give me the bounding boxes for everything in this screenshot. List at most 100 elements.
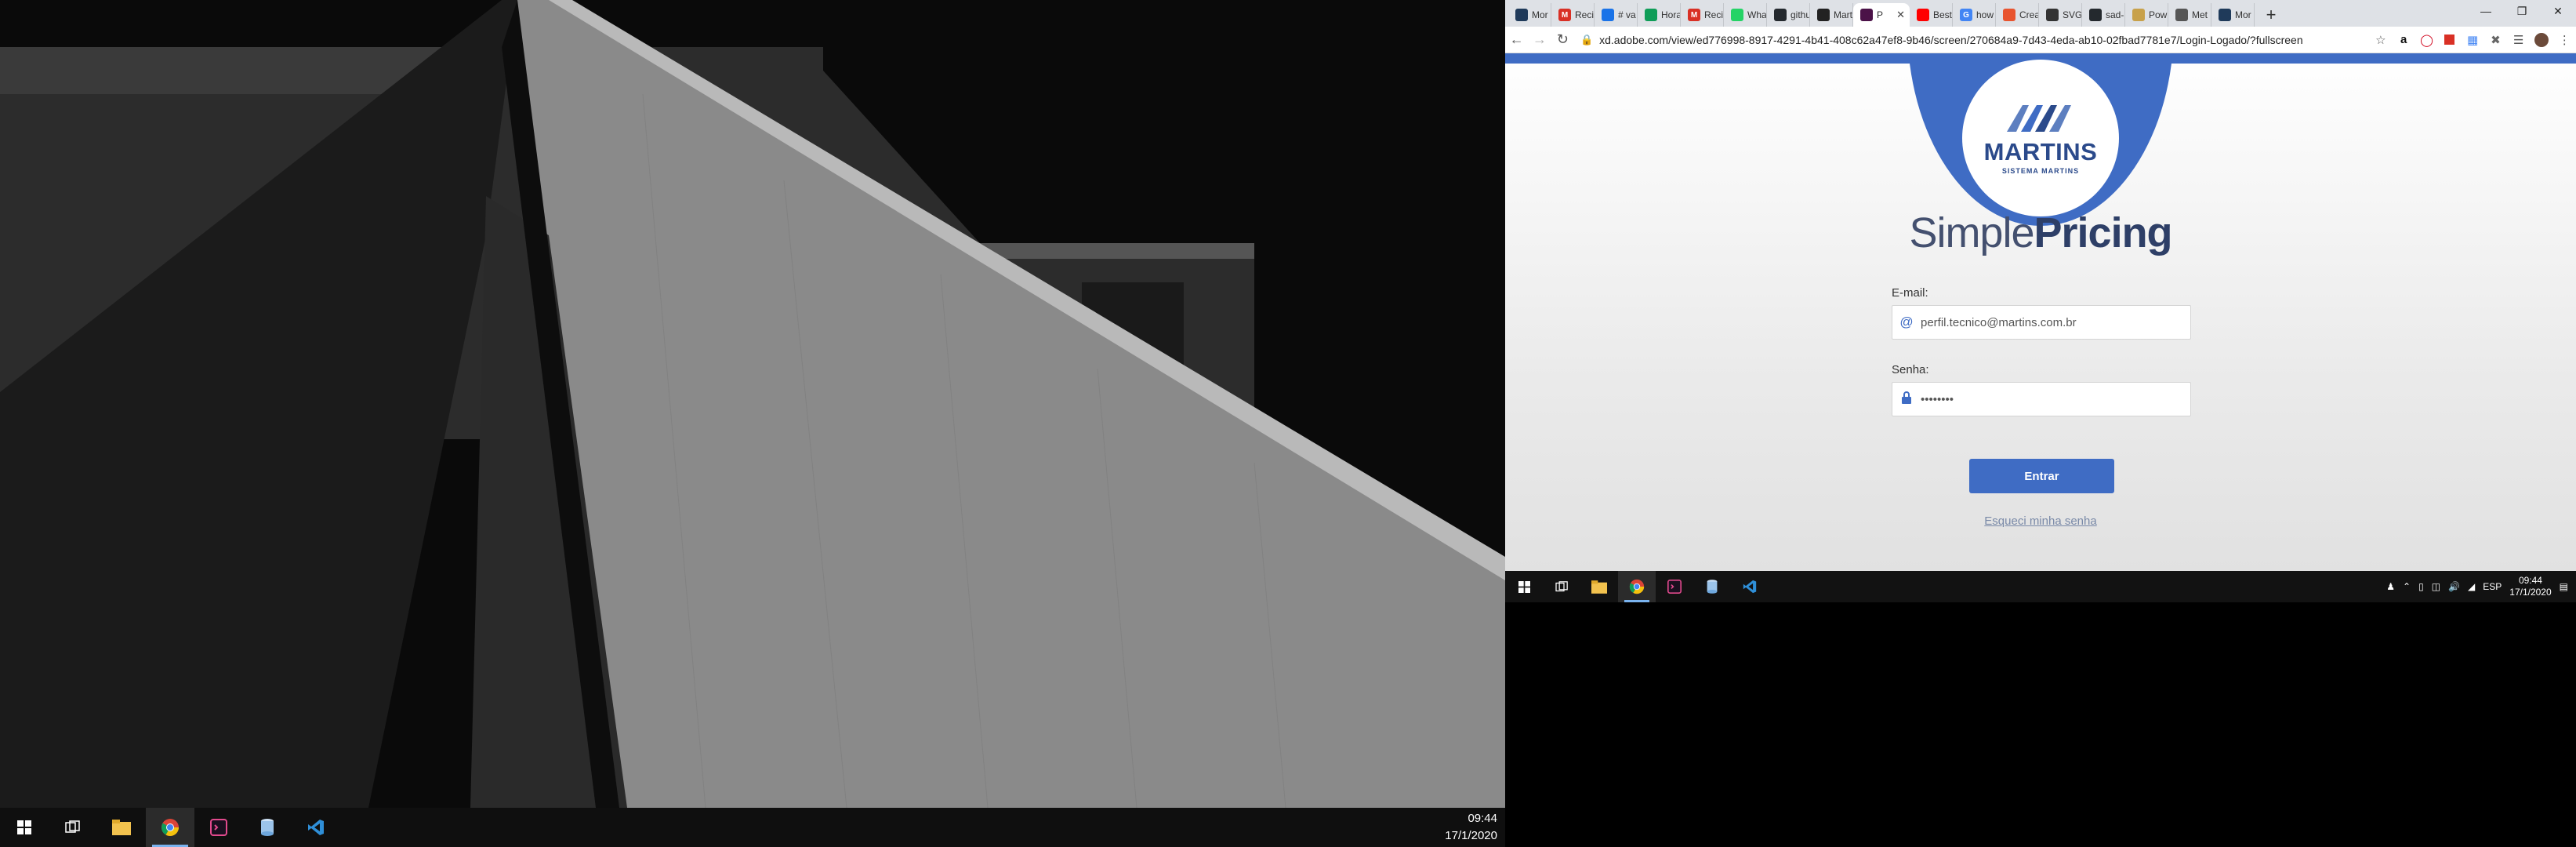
file-explorer-icon[interactable] xyxy=(1580,571,1618,602)
tab-favicon-icon xyxy=(1515,9,1528,21)
app-title: SimplePricing xyxy=(1505,209,2576,257)
martins-logo-mark-icon xyxy=(2007,104,2071,132)
address-bar[interactable]: 🔒 xd.adobe.com/view/ed776998-8917-4291-4… xyxy=(1580,28,2370,51)
chrome-icon[interactable] xyxy=(1618,571,1656,602)
translate-extension-icon[interactable]: ▦ xyxy=(2461,28,2483,52)
chrome-icon[interactable] xyxy=(146,808,194,847)
password-field[interactable]: •••••••• xyxy=(1892,382,2191,416)
tab-favicon-icon xyxy=(2132,9,2145,21)
browser-tab[interactable]: Mart xyxy=(1810,3,1853,27)
tab-favicon-icon xyxy=(2089,9,2102,21)
tab-label: Recil xyxy=(1704,9,1724,20)
bookmark-star-icon[interactable]: ☆ xyxy=(2369,28,2392,52)
notifications-icon[interactable]: ▤ xyxy=(2560,581,2568,592)
tab-close-icon[interactable]: ✕ xyxy=(1896,9,1905,21)
people-icon[interactable]: ♟ xyxy=(2386,581,2395,592)
clock-time: 09:44 xyxy=(2518,575,2542,586)
logo-subtitle: SISTEMA MARTINS xyxy=(2001,166,2080,175)
red-extension-icon[interactable] xyxy=(2438,28,2461,52)
vscode-icon[interactable] xyxy=(1731,571,1769,602)
browser-tab[interactable]: githu xyxy=(1767,3,1810,27)
padlock-icon xyxy=(1892,391,1921,408)
martins-logo: MARTINS SISTEMA MARTINS xyxy=(1962,60,2119,216)
browser-tab[interactable]: SVG xyxy=(2039,3,2082,27)
tab-favicon-icon: M xyxy=(1688,9,1700,21)
browser-tab[interactable]: Mor xyxy=(1508,3,1551,27)
tab-favicon-icon xyxy=(2046,9,2059,21)
restore-button[interactable]: ❐ xyxy=(2504,0,2540,22)
tab-favicon-icon xyxy=(1860,9,1873,21)
database-app-icon[interactable] xyxy=(1693,571,1731,602)
browser-tabstrip: Mor M Recil # va Hora M Recil Wha githu Mart P ✕ Bes… xyxy=(1505,0,2576,27)
tab-label: Mart xyxy=(1834,9,1852,20)
clock-date: 17/1/2020 xyxy=(1445,829,1497,842)
profile-avatar-icon[interactable] xyxy=(2530,28,2552,52)
url-text: xd.adobe.com/view/ed776998-8917-4291-4b4… xyxy=(1599,33,2303,46)
kebab-menu-icon[interactable]: ⋮ xyxy=(2553,28,2576,52)
network-icon[interactable]: ◫ xyxy=(2432,581,2440,592)
reload-icon[interactable]: ↻ xyxy=(1551,28,1574,52)
right-monitor: Mor M Recil # va Hora M Recil Wha githu Mart P ✕ Bes… xyxy=(1505,0,2576,602)
chevron-up-icon[interactable]: ⌃ xyxy=(2403,581,2411,592)
file-explorer-icon[interactable] xyxy=(97,808,146,847)
tab-label: Recil xyxy=(1575,9,1595,20)
task-view-icon[interactable] xyxy=(1543,571,1580,602)
browser-tab[interactable]: Ghow xyxy=(1953,3,1996,27)
clock-left[interactable]: 09:44 17/1/2020 xyxy=(1445,808,1497,847)
browser-toolbar: ← → ↻ 🔒 xd.adobe.com/view/ed776998-8917-… xyxy=(1505,27,2576,53)
browser-tab[interactable]: P ✕ xyxy=(1853,3,1910,27)
desktop-wallpaper xyxy=(0,0,1505,808)
minimize-button[interactable]: — xyxy=(2468,0,2504,22)
volume-icon[interactable]: 🔊 xyxy=(2448,581,2460,592)
menu-extension-icon[interactable]: ☰ xyxy=(2507,28,2530,52)
browser-tab[interactable]: Mor xyxy=(2211,3,2255,27)
tab-favicon-icon xyxy=(1774,9,1787,21)
tab-favicon-icon: M xyxy=(1558,9,1571,21)
at-sign-icon: @ xyxy=(1899,314,1914,329)
windows-start-icon[interactable] xyxy=(1505,571,1543,602)
browser-tab[interactable]: M Recil xyxy=(1681,3,1724,27)
forward-arrow-icon[interactable]: → xyxy=(1528,28,1551,52)
tools-extension-icon[interactable]: ✖ xyxy=(2484,28,2507,52)
browser-tab[interactable]: Hora xyxy=(1638,3,1681,27)
login-page: MARTINS SISTEMA MARTINS SimplePricing E-… xyxy=(1505,53,2576,571)
password-label: Senha: xyxy=(1892,363,1929,376)
tab-label: P xyxy=(1877,9,1884,20)
tab-label: sad- xyxy=(2106,9,2124,20)
clock-right[interactable]: 09:44 17/1/2020 xyxy=(2509,575,2551,598)
browser-tab[interactable]: Crea xyxy=(1996,3,2039,27)
browser-tab[interactable]: Met xyxy=(2168,3,2211,27)
back-arrow-icon[interactable]: ← xyxy=(1505,28,1528,52)
login-button[interactable]: Entrar xyxy=(1969,459,2114,493)
taskbar-left xyxy=(0,808,1505,847)
tab-label: Wha xyxy=(1747,9,1767,20)
close-window-button[interactable]: ✕ xyxy=(2540,0,2576,22)
language-indicator[interactable]: ESP xyxy=(2483,581,2502,592)
wifi-icon[interactable]: ◢ xyxy=(2468,581,2475,592)
email-field[interactable]: @ perfil.tecnico@martins.com.br xyxy=(1892,305,2191,340)
browser-tab[interactable]: M Recil xyxy=(1551,3,1595,27)
browser-tab[interactable]: sad- xyxy=(2082,3,2125,27)
database-app-icon[interactable] xyxy=(243,808,292,847)
terminal-app-icon[interactable] xyxy=(194,808,243,847)
browser-tab[interactable]: # va xyxy=(1595,3,1638,27)
battery-icon[interactable]: ▯ xyxy=(2418,581,2424,592)
clock-time: 09:44 xyxy=(1468,812,1497,825)
browser-tab[interactable]: Best xyxy=(1910,3,1953,27)
opera-extension-icon[interactable]: ◯ xyxy=(2415,28,2438,52)
window-controls: — ❐ ✕ xyxy=(2468,0,2576,22)
browser-tab[interactable]: Pow xyxy=(2125,3,2168,27)
windows-start-icon[interactable] xyxy=(0,808,49,847)
forgot-password-link[interactable]: Esqueci minha senha xyxy=(1505,514,2576,528)
tab-favicon-icon xyxy=(1917,9,1929,21)
tab-label: Met xyxy=(2192,9,2208,20)
new-tab-button[interactable]: + xyxy=(2259,3,2283,27)
browser-tab[interactable]: Wha xyxy=(1724,3,1767,27)
app-title-light: Simple xyxy=(1909,209,2034,256)
vscode-icon[interactable] xyxy=(292,808,340,847)
terminal-app-icon[interactable] xyxy=(1656,571,1693,602)
tab-favicon-icon xyxy=(1645,9,1657,21)
amazon-extension-icon[interactable]: a xyxy=(2393,28,2415,52)
tab-favicon-icon xyxy=(2003,9,2015,21)
task-view-icon[interactable] xyxy=(49,808,97,847)
